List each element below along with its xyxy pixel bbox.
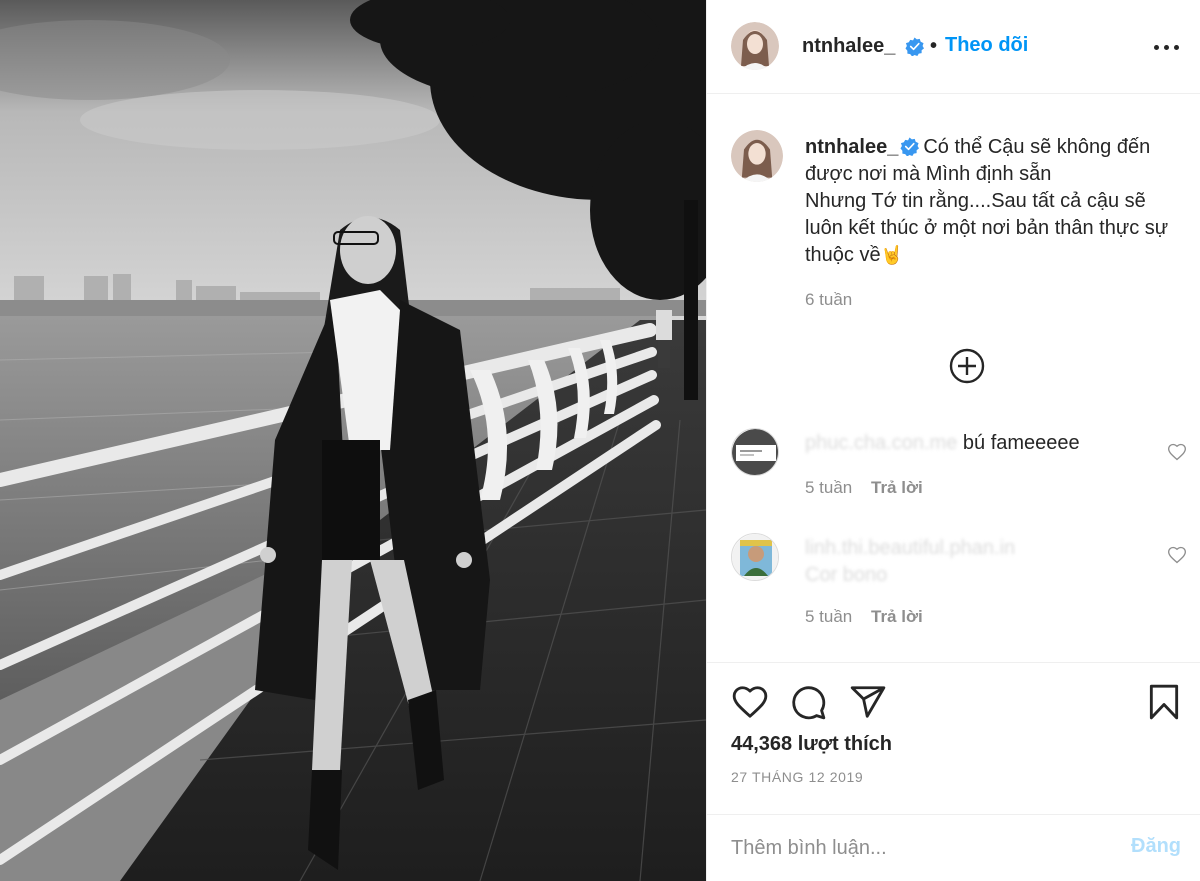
plus-circle-icon[interactable]: [949, 348, 985, 384]
reply-button[interactable]: Trả lời: [871, 607, 923, 626]
bookmark-icon[interactable]: [1145, 683, 1183, 721]
verified-badge-icon: [905, 37, 924, 56]
post-header: ntnhalee_ • Theo dõi: [707, 0, 1200, 94]
add-comment-bar: Đăng: [707, 814, 1200, 881]
caption-timestamp[interactable]: 6 tuần: [805, 290, 852, 310]
comment-meta: 5 tuần Trả lời: [805, 478, 923, 498]
comment-bubble-icon[interactable]: [789, 683, 827, 721]
comment-username[interactable]: phuc.cha.con.me: [805, 432, 957, 454]
comment-body: Cor bono: [805, 564, 888, 586]
post-date[interactable]: 27 THÁNG 12 2019: [731, 769, 863, 785]
caption-author-avatar[interactable]: [731, 130, 783, 182]
author-avatar[interactable]: [731, 22, 779, 70]
heart-icon[interactable]: [731, 683, 769, 721]
caption-username[interactable]: ntnhalee_: [805, 136, 898, 158]
comment-body: bú fameeeee: [962, 432, 1080, 454]
author-username[interactable]: ntnhalee_: [802, 35, 895, 58]
comment-text: linh.thi.beautiful.phan.in Cor bono: [805, 535, 1145, 589]
caption-text: ntnhalee_ Có thể Cậu sẽ không đến được nơ…: [805, 134, 1183, 269]
follow-button[interactable]: Theo dõi: [945, 34, 1028, 57]
comment-timestamp[interactable]: 5 tuần: [805, 607, 852, 626]
post-detail-panel: ntnhalee_ • Theo dõi ntnhalee_ Có thể Cậu…: [706, 0, 1200, 881]
commenter-avatar[interactable]: [731, 428, 779, 476]
reply-button[interactable]: Trả lời: [871, 478, 923, 497]
post-actions: 44,368 lượt thích 27 THÁNG 12 2019: [707, 662, 1200, 814]
comment-meta: 5 tuần Trả lời: [805, 607, 923, 627]
post-photo-illustration: [0, 0, 706, 881]
comment-timestamp[interactable]: 5 tuần: [805, 478, 852, 497]
more-horizontal-icon[interactable]: [1154, 36, 1180, 58]
paper-plane-icon[interactable]: [849, 683, 887, 721]
verified-badge-icon: [900, 137, 920, 156]
likes-count[interactable]: 44,368 lượt thích: [731, 733, 892, 756]
heart-icon[interactable]: [1167, 545, 1187, 565]
post-comment-button[interactable]: Đăng: [1131, 835, 1181, 858]
comment-text: phuc.cha.con.me bú fameeeee: [805, 430, 1145, 457]
post-photo[interactable]: [0, 0, 706, 881]
commenter-avatar[interactable]: [731, 533, 779, 581]
caption-line-2: Nhưng Tớ tin rằng....Sau tất cả cậu sẽ l…: [805, 190, 1169, 266]
header-separator: •: [930, 35, 938, 57]
comment-input[interactable]: [731, 831, 1091, 865]
heart-icon[interactable]: [1167, 442, 1187, 462]
rock-hand-emoji: 🤘: [880, 245, 904, 265]
comment-username[interactable]: linh.thi.beautiful.phan.in: [805, 537, 1015, 559]
